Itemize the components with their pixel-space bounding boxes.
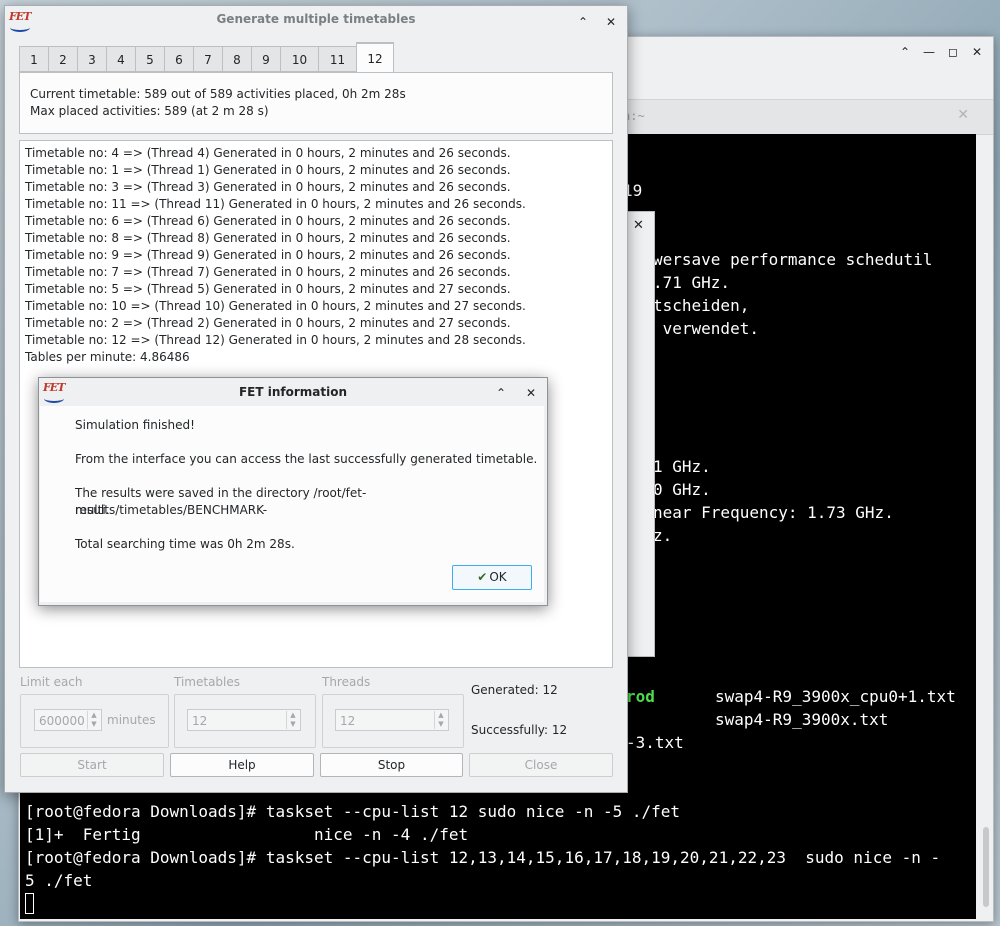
terminal-line: wersave performance schedutil	[653, 250, 933, 269]
log-line: Timetable no: 6 => (Thread 6) Generated …	[25, 214, 511, 228]
start-button[interactable]: Start	[20, 753, 164, 777]
log-line: Timetable no: 3 => (Thread 3) Generated …	[25, 180, 511, 194]
chevron-up-icon[interactable]: ⌃	[491, 384, 511, 402]
tab-2[interactable]: 2	[48, 46, 77, 72]
terminal-line: z.	[653, 526, 673, 545]
spin-arrows-icon[interactable]: ▲ ▼	[87, 711, 100, 729]
minimize-icon[interactable]: —	[919, 43, 939, 61]
timetables-spinbox[interactable]: 12 ▲ ▼	[187, 709, 301, 731]
message-access: From the interface you can access the la…	[75, 452, 538, 466]
tab-6[interactable]: 6	[164, 46, 193, 72]
timetables-label: Timetables	[174, 675, 241, 689]
tab-3[interactable]: 3	[77, 46, 106, 72]
message-total-time: Total searching time was 0h 2m 28s.	[75, 537, 295, 551]
tab-11[interactable]: 11	[318, 46, 356, 72]
log-line: Timetable no: 11 => (Thread 11) Generate…	[25, 197, 526, 211]
timetable-tabs: 1 2 3 4 5 6 7 8 9 10 11 12	[19, 42, 394, 72]
ok-button[interactable]: ✔ OK	[452, 565, 532, 590]
terminal-line: -3.txt	[626, 733, 684, 752]
stop-button[interactable]: Stop	[320, 753, 463, 777]
terminal-line: 5 ./fet	[25, 871, 93, 890]
tab-9[interactable]: 9	[251, 46, 280, 72]
window-title: Generate multiple timetables	[216, 12, 416, 26]
maximize-icon[interactable]: ◻	[943, 43, 963, 61]
terminal-line: [1]+ Fertig nice -n -4 ./fet	[25, 825, 469, 844]
terminal-line: swap4-R9_3900x_cpu0+1.txt	[715, 687, 956, 706]
terminal-line: [root@fedora Downloads]# taskset --cpu-l…	[25, 848, 941, 867]
tables-per-minute: Tables per minute: 4.86486	[25, 350, 190, 364]
chevron-up-icon[interactable]: ⌃	[573, 13, 593, 31]
threads-label: Threads	[322, 675, 371, 689]
minimize-up-icon[interactable]: ⌃	[895, 43, 915, 61]
tab-5[interactable]: 5	[135, 46, 164, 72]
spin-arrows-icon[interactable]: ▲ ▼	[286, 711, 299, 729]
tab-4[interactable]: 4	[106, 46, 135, 72]
terminal-line: rod	[626, 687, 655, 706]
tab-close-icon[interactable]: ✕	[957, 107, 969, 123]
log-line: Timetable no: 12 => (Thread 12) Generate…	[25, 333, 526, 347]
threads-spinbox[interactable]: 12 ▲ ▼	[335, 709, 449, 731]
spin-arrows-icon[interactable]: ▲ ▼	[434, 711, 447, 729]
message-directory-cont: multi.	[75, 503, 110, 517]
terminal-line: .71 GHz.	[653, 273, 731, 292]
tab-12[interactable]: 12	[356, 42, 394, 72]
help-button[interactable]: Help	[170, 753, 314, 777]
limit-each-label: Limit each	[20, 675, 83, 689]
terminal-line: [root@fedora Downloads]# taskset --cpu-l…	[25, 802, 681, 821]
tab-10[interactable]: 10	[280, 46, 318, 72]
message-finished: Simulation finished!	[75, 418, 195, 432]
log-line: Timetable no: 4 => (Thread 4) Generated …	[25, 146, 511, 160]
terminal-line: near Frequency: 1.73 GHz.	[653, 503, 894, 522]
terminal-line: swap4-R9_3900x.txt	[715, 710, 889, 729]
log-line: Timetable no: 10 => (Thread 10) Generate…	[25, 299, 526, 313]
terminal-line: 0 GHz.	[653, 480, 711, 499]
minutes-label: minutes	[107, 713, 156, 727]
terminal-line: 1 GHz.	[653, 457, 711, 476]
log-line: Timetable no: 8 => (Thread 8) Generated …	[25, 231, 511, 245]
tab-7[interactable]: 7	[193, 46, 222, 72]
max-placed-status: Max placed activities: 589 (at 2 m 28 s)	[30, 104, 269, 118]
fet-information-dialog: FET FET information ⌃ ✕ Simulation finis…	[38, 377, 548, 606]
close-button[interactable]: Close	[469, 753, 613, 777]
close-icon[interactable]: ✕	[601, 13, 621, 31]
log-line: Timetable no: 5 => (Thread 5) Generated …	[25, 282, 511, 296]
current-timetable-status: Current timetable: 589 out of 589 activi…	[30, 87, 406, 101]
generated-count: Generated: 12	[471, 683, 558, 697]
terminal-cursor	[25, 893, 34, 914]
dialog-title: FET information	[238, 385, 348, 399]
close-icon[interactable]: ✕	[633, 218, 644, 233]
log-line: Timetable no: 9 => (Thread 9) Generated …	[25, 248, 511, 262]
terminal-line: tscheiden,	[653, 296, 750, 315]
terminal-scrollbar[interactable]	[983, 827, 989, 907]
limit-each-spinbox[interactable]: 600000 ▲ ▼	[34, 709, 102, 731]
tab-8[interactable]: 8	[222, 46, 251, 72]
message-directory: The results were saved in the directory …	[75, 486, 367, 517]
close-icon[interactable]: ✕	[967, 43, 987, 61]
status-panel: Current timetable: 589 out of 589 activi…	[19, 72, 613, 134]
tab-1[interactable]: 1	[19, 46, 48, 72]
log-line: Timetable no: 2 => (Thread 2) Generated …	[25, 316, 511, 330]
background-dialog: ✕	[626, 211, 655, 657]
close-icon[interactable]: ✕	[521, 384, 541, 402]
log-line: Timetable no: 1 => (Thread 1) Generated …	[25, 163, 511, 177]
terminal-line: verwendet.	[653, 319, 759, 338]
successfully-count: Successfully: 12	[471, 723, 568, 737]
checkmark-icon: ✔	[477, 570, 488, 584]
log-line: Timetable no: 7 => (Thread 7) Generated …	[25, 265, 511, 279]
